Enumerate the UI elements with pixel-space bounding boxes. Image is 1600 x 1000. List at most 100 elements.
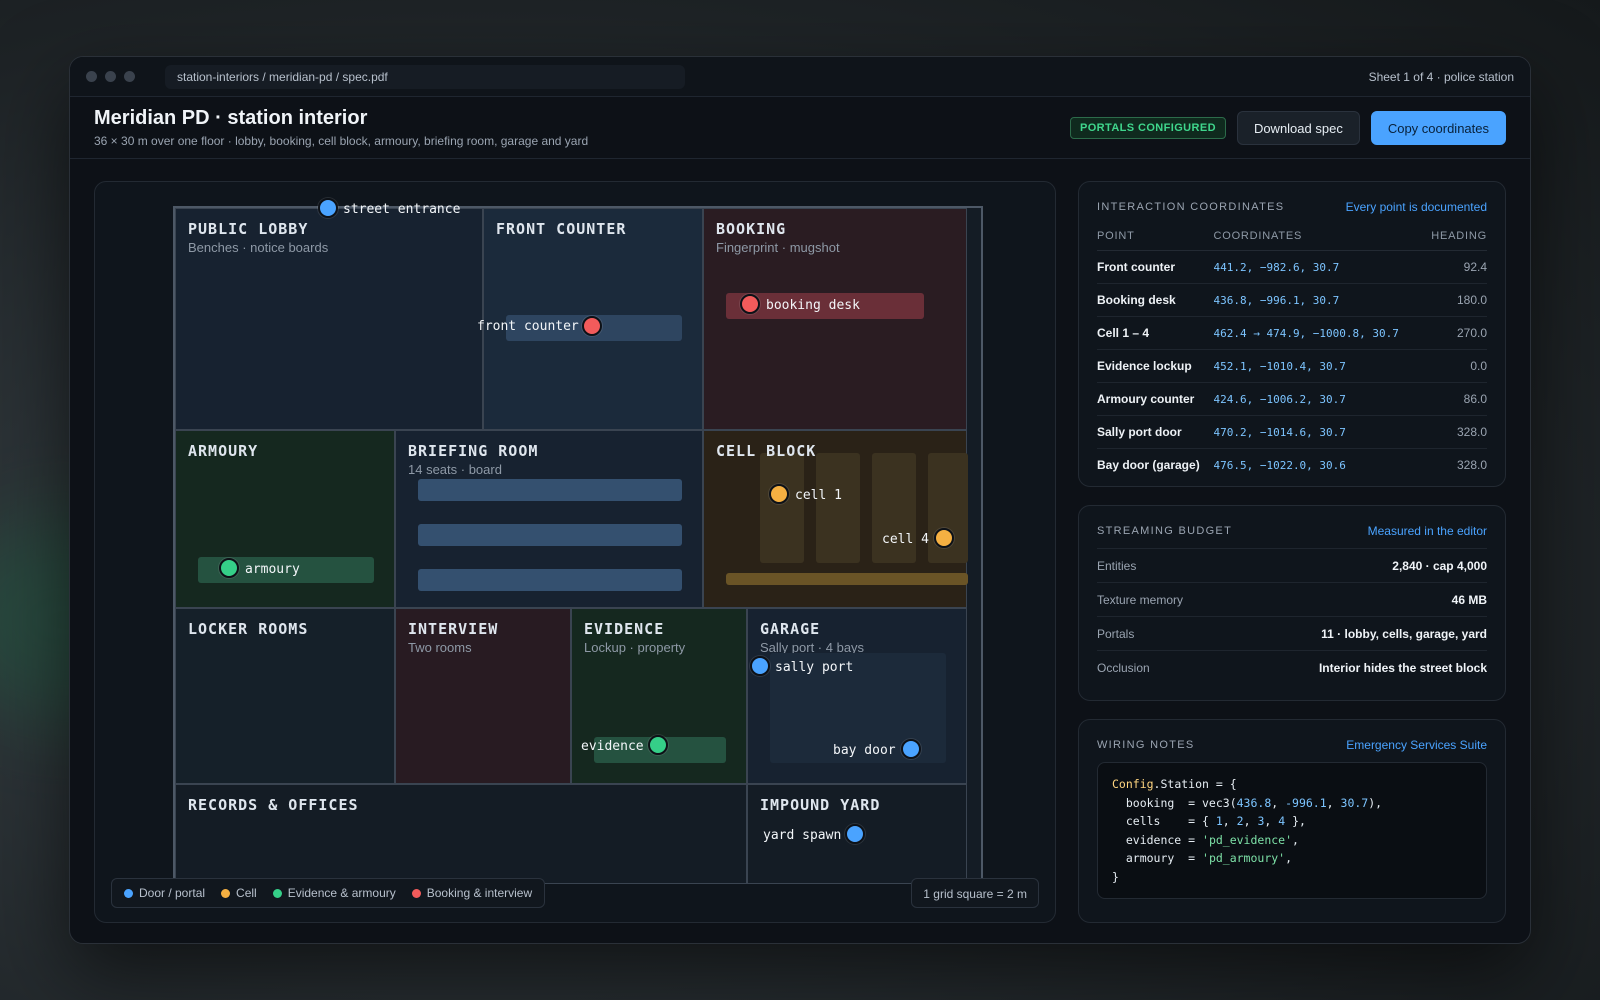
point-heading: 328.0	[1423, 415, 1487, 449]
booking-swatch-icon	[411, 888, 421, 898]
room-booking[interactable]: BOOKING Fingerprint · mugshot	[703, 208, 967, 430]
point-coordinates: 424.6, −1006.2, 30.7	[1213, 382, 1424, 416]
status-badge: PORTALS CONFIGURED	[1069, 116, 1226, 139]
point-coordinates: 476.5, −1022.0, 30.6	[1213, 458, 1346, 472]
budget-value: 46 MB	[1451, 593, 1487, 607]
legend-label: Evidence & armoury	[287, 886, 396, 900]
legend-label: Cell	[236, 886, 257, 900]
code-token: ,	[1264, 814, 1279, 828]
room-subtitle: Benches · notice boards	[188, 240, 329, 255]
point-coordinates: 441.2, −982.6, 30.7	[1213, 250, 1424, 284]
table-row[interactable]: Evidence lockup 452.1, −1010.4, 30.7 0.0	[1097, 349, 1487, 383]
code-block[interactable]: Config.Station = { booking = vec3(436.8,…	[1097, 762, 1487, 899]
legend-item-booking: Booking & interview	[411, 886, 532, 900]
cell-corridor	[726, 573, 968, 585]
streaming-budget-card: STREAMING BUDGET Measured in the editor …	[1078, 505, 1506, 701]
code-token: Config	[1112, 777, 1154, 791]
budget-row: Texture memory 46 MB	[1097, 582, 1487, 616]
yard-spawn-pin[interactable]	[845, 824, 865, 844]
cell-4-pin[interactable]	[934, 528, 954, 548]
room-records-offices[interactable]: RECORDS & OFFICES	[175, 784, 747, 884]
column-header: COORDINATES	[1213, 224, 1424, 251]
room-subtitle: Fingerprint · mugshot	[716, 240, 840, 255]
booking-desk-label: booking desk	[766, 298, 860, 313]
coordinates-link[interactable]: Every point is documented	[1346, 200, 1487, 214]
code-token: }	[1112, 869, 1119, 884]
code-token: 1	[1215, 814, 1223, 828]
street-entrance-label: street entrance	[343, 202, 461, 217]
page-title: Meridian PD · station interior	[94, 107, 368, 129]
room-title: LOCKER ROOMS	[188, 620, 309, 638]
room-evidence[interactable]: EVIDENCE Lockup · property	[571, 608, 747, 784]
street-entrance-pin[interactable]	[318, 198, 338, 218]
point-name: Booking desk	[1097, 283, 1214, 317]
room-title: FRONT COUNTER	[496, 220, 627, 238]
table-row[interactable]: Armoury counter 424.6, −1006.2, 30.7 86.0	[1097, 382, 1487, 416]
sally-port-pin[interactable]	[750, 656, 770, 676]
code-token: ,	[1285, 851, 1293, 865]
budget-link[interactable]: Measured in the editor	[1368, 524, 1487, 538]
booking-desk-pin[interactable]	[740, 294, 760, 314]
close-dot[interactable]	[86, 71, 97, 82]
sally-port-label: sally port	[775, 660, 854, 675]
table-row[interactable]: Bay door (garage) 476.5, −1022.0, 30.6 328…	[1097, 449, 1487, 482]
window-controls[interactable]	[86, 71, 135, 82]
room-title: PUBLIC LOBBY	[188, 220, 309, 238]
code-token: cells = {	[1112, 814, 1216, 828]
legend-item-door: Door / portal	[124, 886, 205, 900]
point-name: Evidence lockup	[1097, 349, 1214, 383]
table-row[interactable]: Front counter 441.2, −982.6, 30.7 92.4	[1097, 250, 1487, 284]
copy-coordinates-button[interactable]: Copy coordinates	[1370, 110, 1506, 145]
coordinates-card: INTERACTION COORDINATES Every point is d…	[1078, 181, 1506, 487]
column-header: HEADING	[1423, 224, 1487, 251]
room-cell-block[interactable]: CELL BLOCK	[703, 430, 968, 608]
armoury-pin[interactable]	[219, 558, 239, 578]
room-public-lobby[interactable]: PUBLIC LOBBY Benches · notice boards	[175, 208, 483, 430]
code-token: ,	[1271, 795, 1286, 810]
door-swatch-icon	[124, 888, 133, 898]
wiring-link[interactable]: Emergency Services Suite	[1346, 738, 1487, 752]
map-scale: 1 grid square = 2 m	[911, 878, 1039, 908]
budget-value: 2,840 · cap 4,000	[1392, 559, 1487, 573]
table-row[interactable]: Cell 1 – 4 462.4 → 474.9, −1000.8, 30.7 27…	[1097, 316, 1487, 350]
code-token: 30.7	[1340, 795, 1369, 810]
evidence-pin[interactable]	[648, 735, 668, 755]
point-heading: 92.4	[1423, 250, 1487, 284]
briefing-bench	[418, 569, 682, 591]
point-name: Front counter	[1097, 250, 1214, 284]
sheet-indicator: Sheet 1 of 4 · police station	[1368, 69, 1514, 84]
legend-item-evidence: Evidence & armoury	[272, 886, 396, 900]
bay-door-label: bay door	[833, 743, 896, 758]
cell-4-label: cell 4	[882, 532, 929, 547]
point-name: Sally port door	[1097, 415, 1214, 449]
room-subtitle: 14 seats · board	[408, 462, 502, 477]
maximize-dot[interactable]	[124, 71, 135, 82]
point-coordinates: 436.8, −996.1, 30.7	[1213, 283, 1424, 317]
front-counter-pin[interactable]	[582, 316, 602, 336]
code-token: 'pd_armoury'	[1202, 851, 1286, 865]
room-briefing[interactable]: BRIEFING ROOM 14 seats · board	[395, 430, 703, 608]
briefing-bench	[418, 479, 682, 501]
file-path[interactable]: station-interiors / meridian-pd / spec.p…	[165, 64, 685, 89]
point-heading: 0.0	[1423, 349, 1487, 383]
point-name: Armoury counter	[1097, 382, 1214, 416]
map-legend: Door / portal Cell Evidence & armoury Bo…	[111, 878, 546, 908]
budget-value: 11 · lobby, cells, garage, yard	[1321, 627, 1487, 641]
budget-key: Entities	[1097, 559, 1137, 573]
room-interview[interactable]: INTERVIEW Two rooms	[395, 608, 571, 784]
download-spec-button[interactable]: Download spec	[1236, 110, 1360, 145]
armoury-label: armoury	[245, 562, 300, 577]
card-title: INTERACTION COORDINATES	[1097, 201, 1285, 213]
table-row[interactable]: Booking desk 436.8, −996.1, 30.7 180.0	[1097, 283, 1487, 317]
room-locker-rooms[interactable]: LOCKER ROOMS	[175, 608, 395, 784]
card-title: WIRING NOTES	[1097, 739, 1195, 751]
minimize-dot[interactable]	[105, 71, 116, 82]
room-subtitle: Two rooms	[408, 640, 472, 655]
cell-1-pin[interactable]	[769, 484, 789, 504]
point-name: Cell 1 – 4	[1097, 316, 1214, 350]
bay-door-pin[interactable]	[901, 739, 921, 759]
room-armoury[interactable]: ARMOURY	[175, 430, 395, 608]
code-token: ,	[1292, 832, 1299, 847]
table-row[interactable]: Sally port door 470.2, −1014.6, 30.7 328.0	[1097, 415, 1487, 449]
titlebar: station-interiors / meridian-pd / spec.p…	[70, 57, 1530, 97]
